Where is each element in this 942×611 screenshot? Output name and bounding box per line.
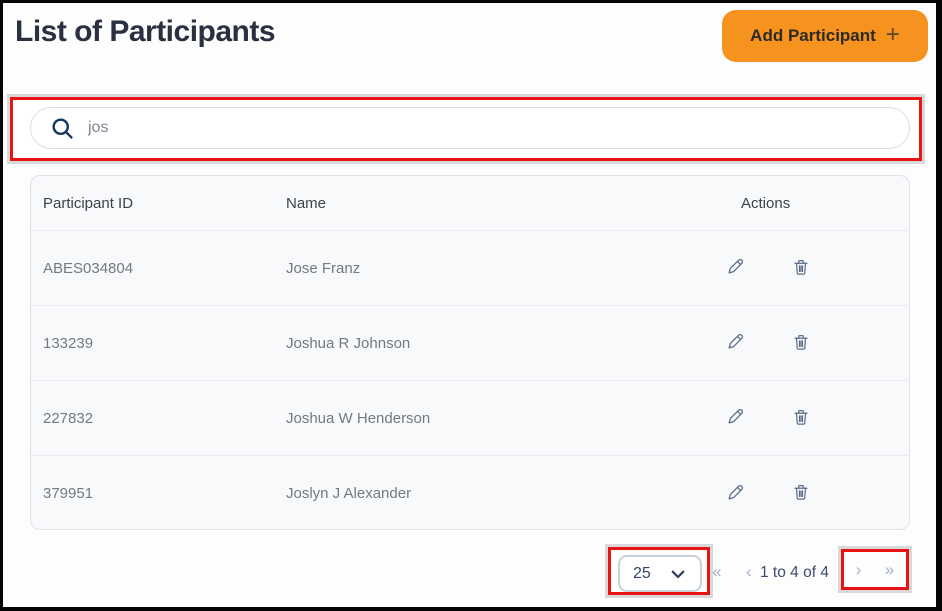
trash-icon bbox=[792, 332, 810, 355]
table-row: 379951 Joslyn J Alexander bbox=[31, 456, 909, 530]
participant-name: Jose Franz bbox=[276, 260, 696, 277]
participant-id: ABES034804 bbox=[31, 260, 276, 277]
add-participant-label: Add Participant bbox=[750, 26, 876, 46]
participant-id: 379951 bbox=[31, 485, 276, 502]
edit-pencil-icon bbox=[726, 483, 745, 505]
screenshot-frame: List of Participants Add Participant + P… bbox=[0, 0, 942, 611]
table-row: 133239 Joshua R Johnson bbox=[31, 306, 909, 381]
table-header-row: Participant ID Name Actions bbox=[31, 176, 909, 231]
edit-pencil-icon bbox=[726, 332, 745, 354]
pager-next-button[interactable]: › bbox=[856, 561, 862, 578]
participant-name: Joshua W Henderson bbox=[276, 410, 696, 427]
delete-button[interactable] bbox=[792, 332, 810, 355]
edit-button[interactable] bbox=[726, 483, 745, 505]
search-bar[interactable] bbox=[30, 107, 910, 149]
edit-pencil-icon bbox=[726, 257, 745, 279]
annotation-box-page-size: 25 bbox=[608, 547, 710, 595]
pager-prev-button[interactable]: ‹ bbox=[746, 563, 752, 580]
column-header-participant-id: Participant ID bbox=[31, 195, 276, 212]
delete-button[interactable] bbox=[792, 407, 810, 430]
plus-icon: + bbox=[886, 23, 900, 47]
trash-icon bbox=[792, 257, 810, 280]
participant-name: Joslyn J Alexander bbox=[276, 485, 696, 502]
delete-button[interactable] bbox=[792, 482, 810, 505]
participant-id: 133239 bbox=[31, 335, 276, 352]
pager-last-button[interactable]: » bbox=[885, 561, 894, 578]
trash-icon bbox=[792, 482, 810, 505]
pager-range-text: 1 to 4 of 4 bbox=[760, 564, 829, 582]
participant-id: 227832 bbox=[31, 410, 276, 427]
trash-icon bbox=[792, 407, 810, 430]
search-input[interactable] bbox=[88, 108, 909, 148]
table-row: ABES034804 Jose Franz bbox=[31, 231, 909, 306]
page-size-value: 25 bbox=[633, 565, 651, 583]
page-size-dropdown[interactable]: 25 bbox=[618, 555, 702, 592]
edit-button[interactable] bbox=[726, 332, 745, 354]
column-header-name: Name bbox=[276, 195, 696, 212]
column-header-actions: Actions bbox=[696, 195, 909, 212]
page-title: List of Participants bbox=[15, 15, 275, 49]
search-icon bbox=[50, 116, 75, 141]
edit-pencil-icon bbox=[726, 407, 745, 429]
edit-button[interactable] bbox=[726, 257, 745, 279]
edit-button[interactable] bbox=[726, 407, 745, 429]
annotation-box-next-last: › » bbox=[841, 549, 909, 590]
pager-first-button[interactable]: « bbox=[712, 563, 721, 580]
chevron-down-icon bbox=[669, 565, 687, 583]
participant-name: Joshua R Johnson bbox=[276, 335, 696, 352]
participants-table: Participant ID Name Actions ABES034804 J… bbox=[30, 175, 910, 530]
annotation-box-search bbox=[10, 97, 922, 161]
add-participant-button[interactable]: Add Participant + bbox=[722, 10, 928, 62]
table-row: 227832 Joshua W Henderson bbox=[31, 381, 909, 456]
delete-button[interactable] bbox=[792, 257, 810, 280]
